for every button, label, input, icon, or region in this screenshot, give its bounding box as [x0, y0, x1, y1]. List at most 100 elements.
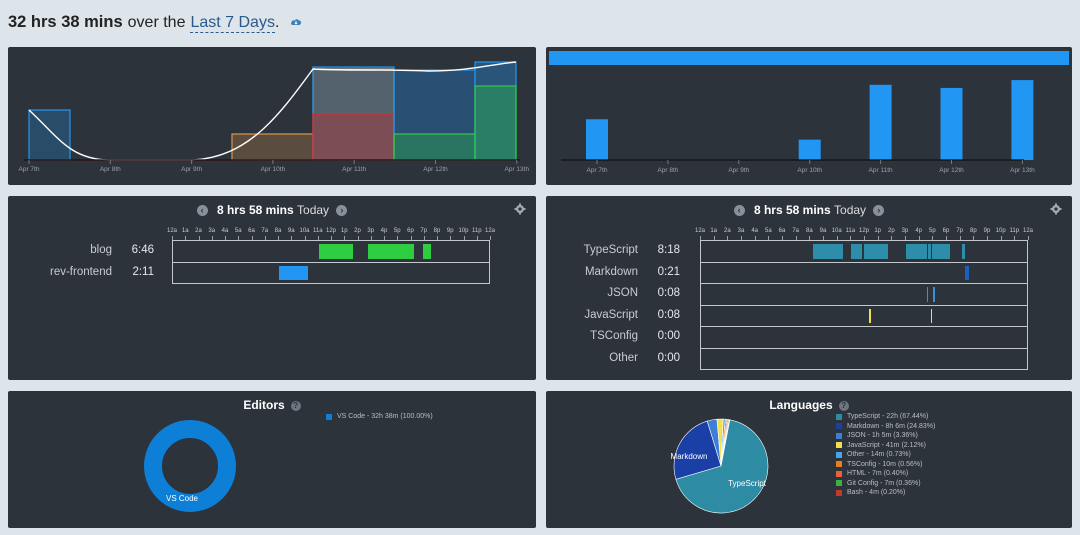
hour-tick-label: 4p — [915, 228, 922, 234]
row-duration: 0:00 — [657, 351, 680, 364]
daily-bar[interactable] — [798, 139, 821, 160]
legend-item[interactable]: Markdown - 8h 6m (24.83%) — [836, 423, 935, 430]
legend-item[interactable]: TypeScript - 22h (67.44%) — [836, 413, 928, 420]
chevron-right-icon[interactable]: › — [336, 205, 348, 217]
legend-swatch — [836, 461, 842, 467]
legend-swatch — [836, 432, 842, 439]
axis-tick-label: Apr 9th — [181, 166, 202, 173]
daily-bar[interactable] — [1011, 80, 1034, 160]
area-segment[interactable] — [474, 85, 517, 161]
project-name: rev-frontend — [49, 265, 112, 278]
daily-bar[interactable] — [869, 84, 892, 160]
chevron-left-icon[interactable]: ‹ — [196, 205, 208, 217]
hour-tick-label: 2a — [723, 228, 731, 234]
axis-tick-label: Apr 11th — [869, 167, 893, 174]
hour-tick-label: 12p — [325, 228, 337, 234]
timeline-segment[interactable] — [962, 244, 965, 259]
axis-tick-label: Apr 9th — [728, 167, 749, 174]
pie-label-second: Markdown — [671, 452, 708, 461]
timeline-segment[interactable] — [906, 244, 927, 259]
timeline-row — [700, 283, 1028, 306]
row-duration: 8:18 — [657, 244, 680, 256]
hour-tick-label: 3a — [208, 228, 216, 234]
hour-tick-label: 6p — [942, 228, 950, 234]
gear-icon[interactable] — [1050, 203, 1062, 215]
legend-item[interactable]: VS Code - 32h 38m (100.00%) — [326, 413, 433, 420]
timeline-segment[interactable] — [964, 265, 969, 280]
timeline-segment[interactable] — [933, 287, 935, 302]
timeline-segment[interactable] — [927, 244, 931, 259]
legend-label: VS Code - 32h 38m (100.00%) — [337, 413, 433, 420]
hour-tick-label: 5a — [764, 228, 772, 234]
donut-slice-vscode[interactable] — [144, 420, 236, 512]
axis-tick-label: Apr 8th — [657, 167, 678, 174]
legend-swatch — [836, 451, 842, 458]
language-name: TypeScript — [583, 244, 638, 256]
summary-bar[interactable] — [549, 51, 1069, 65]
timeline-segment[interactable] — [931, 244, 950, 259]
legend-item[interactable]: Git Config - 7m (0.36%) — [836, 480, 921, 487]
hour-tick-mark — [490, 236, 491, 240]
language-name: Other — [609, 351, 638, 364]
hour-tick-label: 2p — [354, 228, 361, 234]
hour-tick-label: 7p — [420, 228, 428, 234]
legend-item[interactable]: TSConfig - 10m (0.56%) — [836, 461, 922, 468]
hour-tick-label: 10p — [458, 228, 469, 234]
hour-tick-label: 8a — [274, 228, 282, 234]
timeline-segment[interactable] — [813, 244, 844, 259]
language-name: JSON — [607, 287, 638, 299]
hour-tick-label: 12p — [858, 228, 870, 234]
legend-label: TSConfig - 10m (0.56%) — [847, 460, 923, 468]
hour-tick-label: 7a — [261, 228, 269, 234]
timeline-segment[interactable] — [869, 308, 871, 323]
chevron-left-icon[interactable]: ‹ — [733, 205, 745, 217]
legend-swatch — [836, 442, 842, 448]
project-name: blog — [90, 244, 112, 256]
daily-bar[interactable] — [940, 87, 963, 160]
timeline-segment[interactable] — [851, 244, 863, 259]
hour-tick-label: 4p — [380, 228, 388, 234]
legend-item[interactable]: HTML - 7m (0.40%) — [836, 470, 908, 477]
legend-item[interactable]: Bash - 4m (0.20%) — [836, 489, 905, 496]
area-segment[interactable] — [231, 133, 314, 161]
timeline-segment[interactable] — [930, 308, 933, 323]
timeline-segment[interactable] — [423, 244, 432, 259]
timeline-segment[interactable] — [279, 265, 309, 280]
legend-item[interactable]: JavaScript - 41m (2.12%) — [836, 442, 926, 449]
legend-label: Markdown - 8h 6m (24.83%) — [847, 422, 936, 430]
hour-tick-mark — [1028, 236, 1029, 240]
axis-tick-label: Apr 13th — [1010, 167, 1035, 174]
row-duration: 2:11 — [132, 265, 154, 278]
hour-tick-label: 6p — [407, 228, 414, 234]
legend-label: HTML - 7m (0.40%) — [847, 470, 909, 477]
legend-swatch — [836, 489, 842, 496]
timeline-segment[interactable] — [863, 244, 889, 259]
area-segment[interactable] — [393, 133, 476, 161]
range-link[interactable]: Last 7 Days — [190, 14, 275, 33]
timeline-segment[interactable] — [926, 287, 928, 302]
timeline-segment[interactable] — [367, 244, 415, 259]
languages-day: Today — [834, 203, 867, 217]
legend-item[interactable]: Other - 14m (0.73%) — [836, 451, 911, 458]
hour-tick-label: 10a — [299, 228, 310, 234]
languages-pie-chart: Markdown TypeScript — [671, 418, 769, 514]
area-segment[interactable] — [312, 113, 395, 161]
axis-tick-label: Apr 11th — [342, 166, 366, 173]
hour-tick-label: 1a — [181, 228, 189, 234]
over-text: over the — [127, 14, 186, 31]
axis-tick-label: Apr 13th — [505, 166, 530, 173]
area-segment[interactable] — [28, 109, 71, 161]
cloud-download-icon[interactable] — [290, 17, 302, 27]
languages-timeline-panel: ‹ 8 hrs 58 mins Today › 12a 1a 2a 3a 4a 5a 6a 7… — [546, 196, 1072, 380]
daily-bar[interactable] — [586, 119, 608, 160]
period: . — [274, 14, 280, 31]
legend-swatch — [836, 480, 842, 486]
gear-icon[interactable] — [514, 203, 526, 215]
hour-tick-label: 5p — [393, 228, 401, 234]
timeline-segment[interactable] — [318, 244, 354, 259]
timeline-row — [700, 261, 1028, 284]
legend-item[interactable]: JSON - 1h 5m (3.36%) — [836, 432, 918, 439]
chevron-right-icon[interactable]: › — [873, 205, 885, 217]
editors-donut-chart: VS Code — [144, 420, 236, 512]
legend-swatch — [836, 470, 842, 477]
